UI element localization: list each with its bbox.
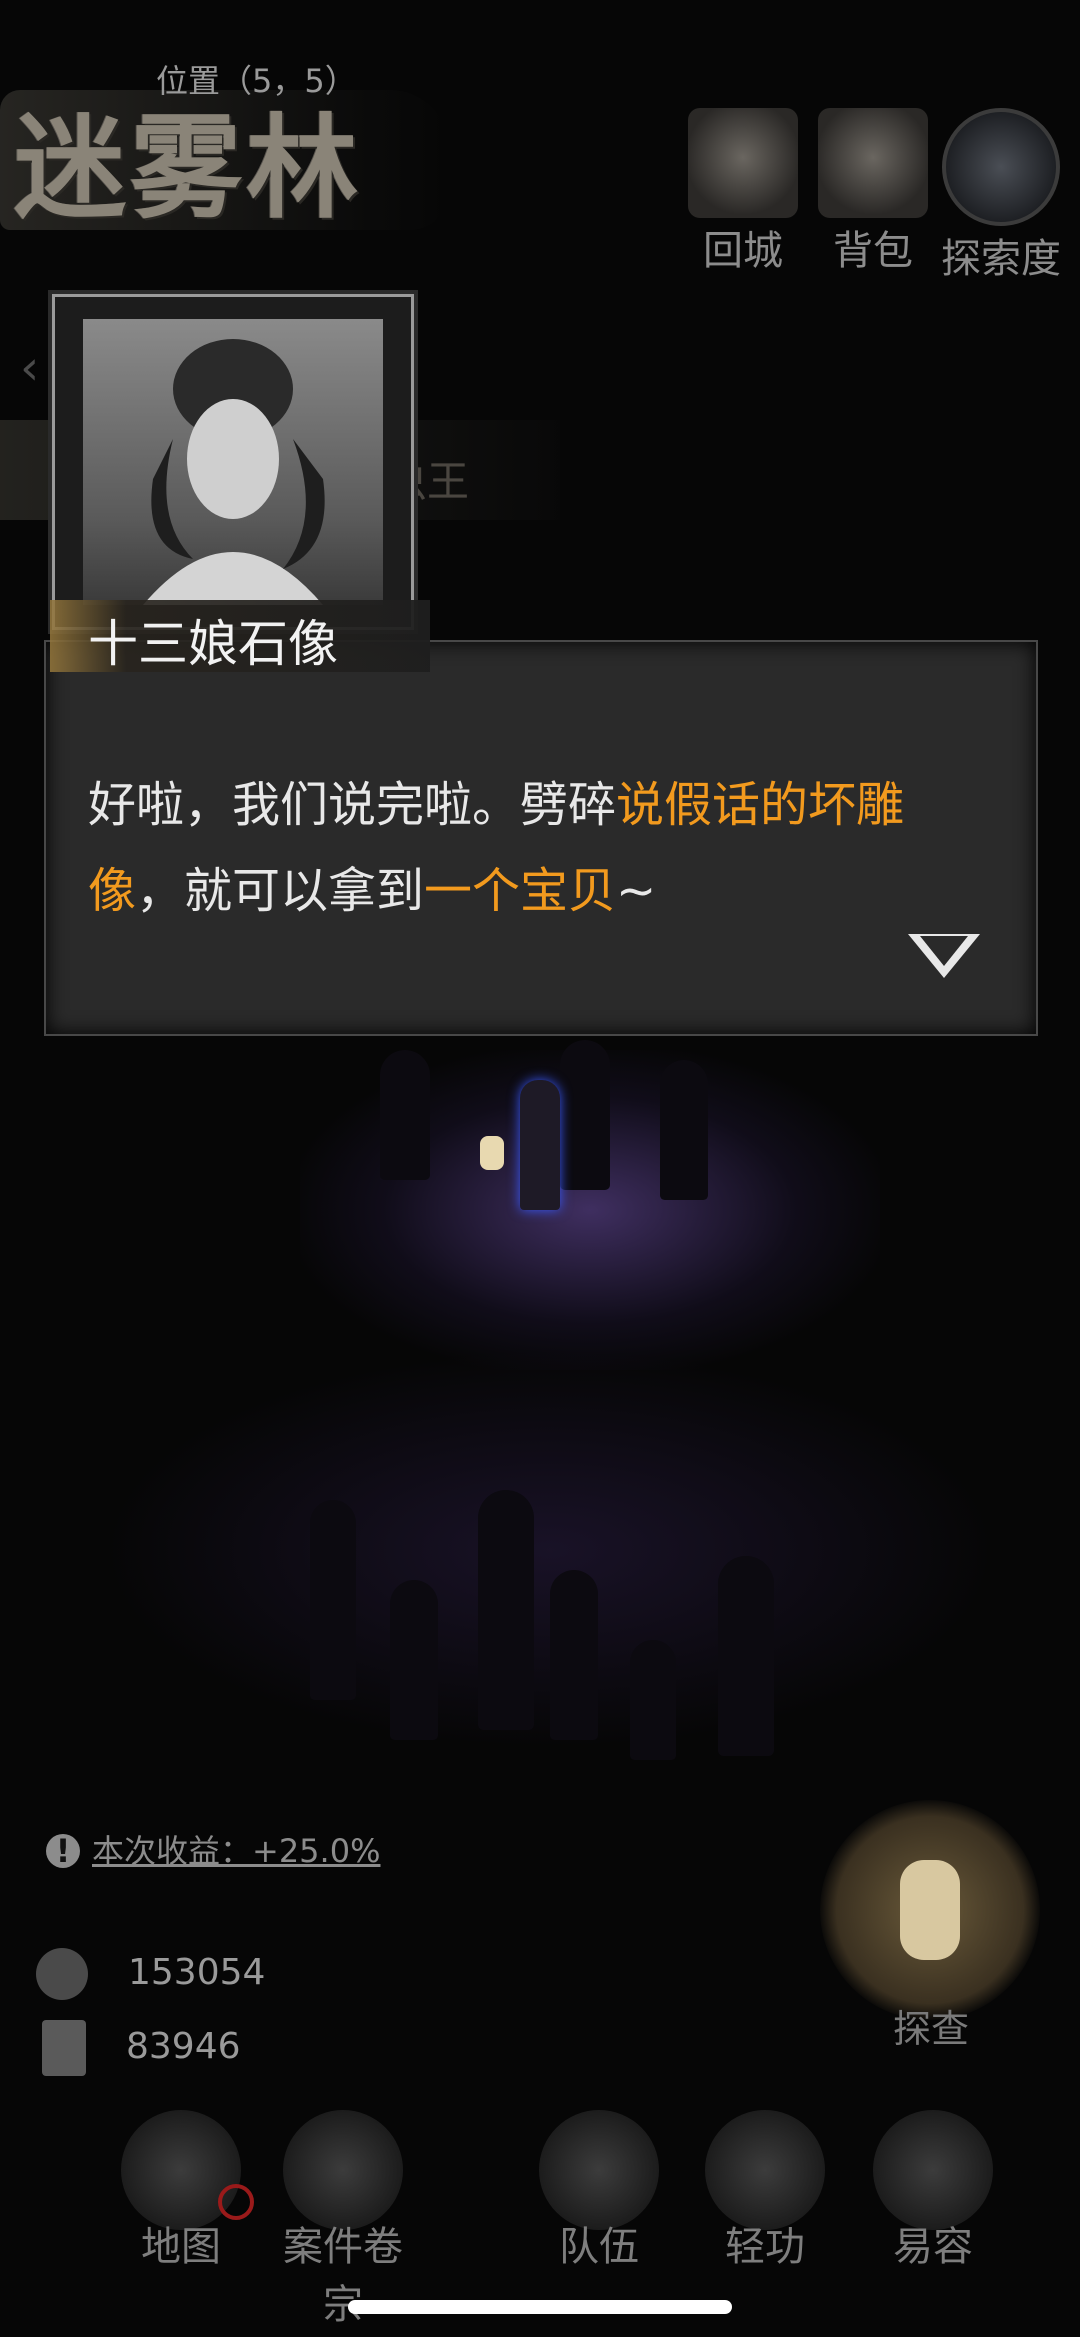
player-character: [520, 1080, 560, 1210]
silhouette-figure: [560, 1040, 610, 1190]
coin-icon: [36, 1948, 88, 2000]
return-city-label: 回城: [703, 228, 783, 274]
silhouette-figure: [718, 1556, 774, 1756]
area-title: 迷雾林: [14, 103, 362, 234]
chevron-left-icon: ‹: [20, 340, 40, 396]
disguise-mask-icon: [873, 2110, 993, 2230]
silhouette-figure: [550, 1570, 598, 1740]
bag-button[interactable]: 背包: [808, 108, 938, 276]
statue-portrait: [83, 319, 383, 605]
scroll-count: 83946: [126, 2026, 241, 2067]
explore-progress-icon: [942, 108, 1060, 226]
nav-qinggong-label: 轻功: [725, 2224, 805, 2270]
nav-qinggong-button[interactable]: 轻功: [690, 2110, 840, 2272]
player-lantern: [480, 1136, 504, 1170]
coin-resource: 153054: [36, 1948, 265, 2000]
exclamation-icon: !: [46, 1834, 80, 1868]
silhouette-figure: [390, 1580, 438, 1740]
income-text: 本次收益：+25.0%: [92, 1832, 381, 1870]
npc-name: 十三娘石像: [88, 615, 338, 673]
investigate-label: 探查: [893, 2007, 970, 2051]
nav-disguise-label: 易容: [893, 2224, 973, 2270]
dialog-segment: ~: [616, 863, 657, 919]
silhouette-figure: [380, 1050, 430, 1180]
dialog-text: 好啦，我们说完啦。劈碎说假话的坏雕像，就可以拿到一个宝贝~: [88, 762, 988, 934]
scroll-resource: 83946: [42, 2020, 241, 2076]
silhouette-figure: [630, 1640, 676, 1760]
location-coordinates: 位置（5，5）: [156, 62, 357, 100]
npc-portrait-frame: [52, 294, 414, 630]
team-icon: [539, 2110, 659, 2230]
nav-team-label: 队伍: [559, 2224, 639, 2270]
nav-case-file-button[interactable]: 案件卷宗: [268, 2110, 418, 2330]
bag-icon: [818, 108, 928, 218]
explore-progress-label: 探索度: [941, 236, 1061, 282]
nav-map-label: 地图: [141, 2224, 221, 2270]
home-indicator[interactable]: [348, 2300, 732, 2314]
investigate-button[interactable]: [820, 1800, 1040, 2020]
silhouette-figure: [478, 1490, 534, 1730]
disabled-icon: [218, 2184, 254, 2220]
dialog-segment: ，就可以拿到: [136, 863, 425, 919]
lantern-icon: [900, 1860, 960, 1960]
city-gate-icon: [688, 108, 798, 218]
explore-progress-button[interactable]: 探索度: [936, 108, 1066, 284]
scroll-book-icon: [42, 2020, 86, 2076]
nav-disguise-button[interactable]: 易容: [858, 2110, 1008, 2272]
bag-label: 背包: [833, 228, 913, 274]
dialog-next-icon-inner: [920, 936, 968, 966]
silhouette-figure: [310, 1500, 356, 1700]
case-file-icon: [283, 2110, 403, 2230]
nav-team-button[interactable]: 队伍: [524, 2110, 674, 2272]
return-city-button[interactable]: 回城: [678, 108, 808, 276]
dialog-highlight: 一个宝贝: [424, 863, 617, 919]
dialog-segment: 好啦，我们说完啦。劈碎: [88, 777, 617, 833]
coin-count: 153054: [128, 1952, 266, 1993]
qinggong-boots-icon: [705, 2110, 825, 2230]
income-info[interactable]: ! 本次收益：+25.0%: [46, 1826, 380, 1872]
silhouette-figure: [660, 1060, 708, 1200]
